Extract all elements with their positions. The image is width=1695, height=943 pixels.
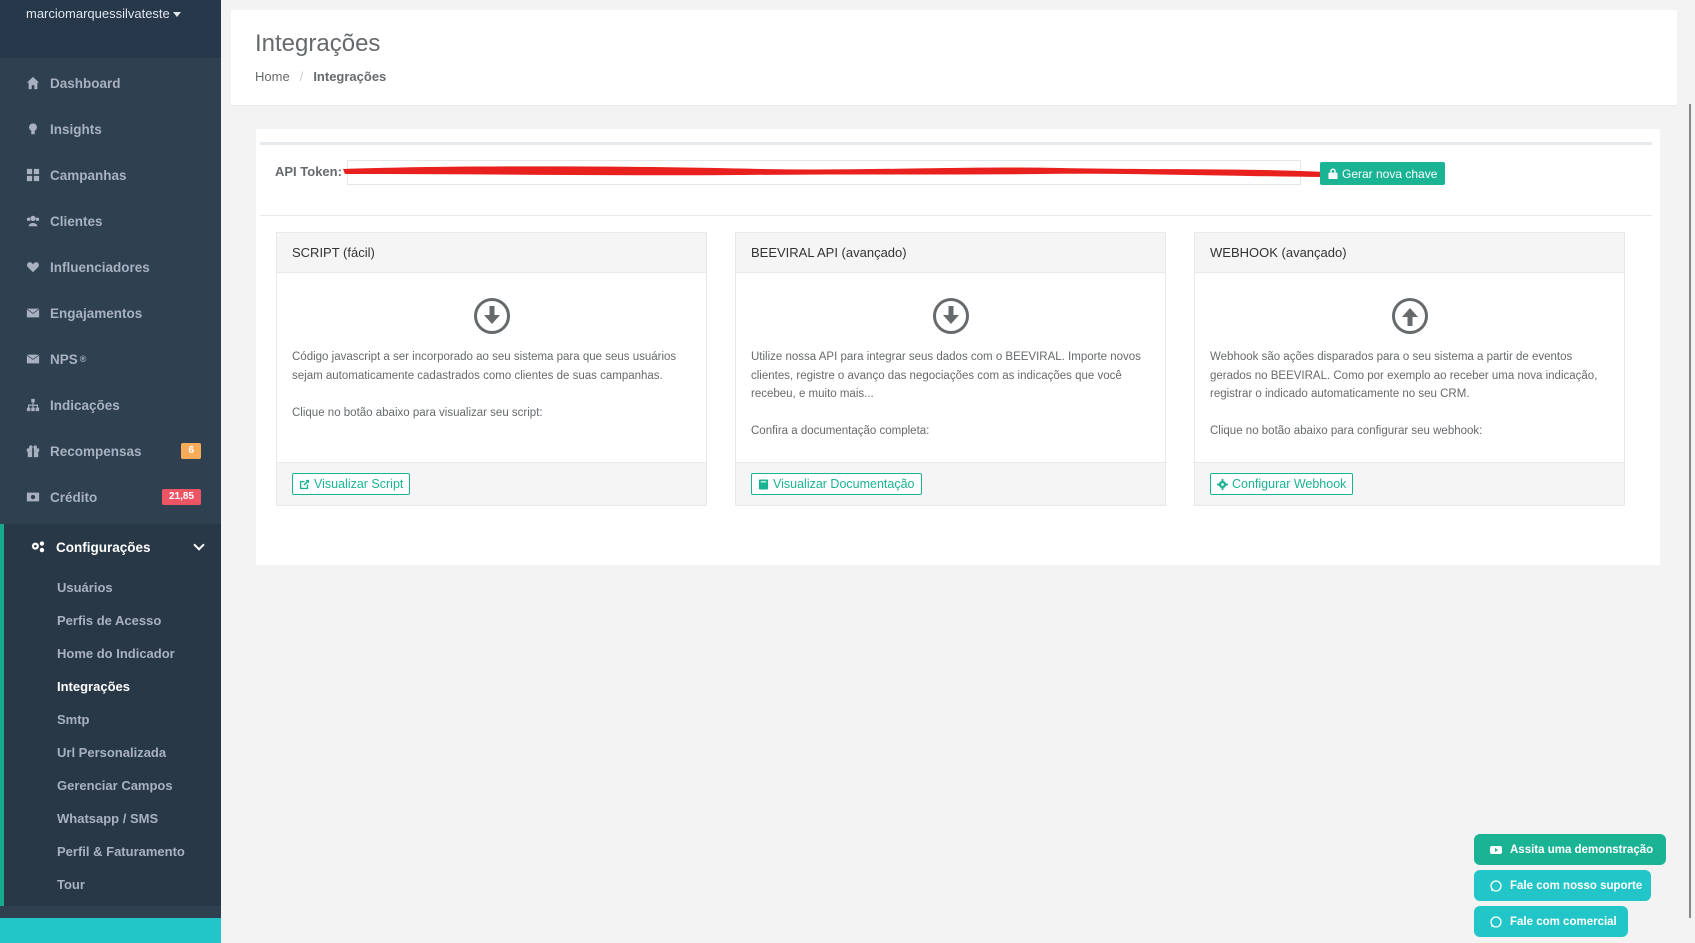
credito-badge: 21,85: [161, 489, 201, 505]
user-menu[interactable]: marciomarquessilvateste: [26, 6, 181, 21]
upload-circle-icon: [1391, 297, 1429, 335]
divider: [260, 215, 1652, 216]
youtube-icon: [1490, 845, 1502, 854]
sidebar-subitem-integracoes[interactable]: Integrações: [57, 677, 130, 697]
sidebar-subitem-url-personalizada[interactable]: Url Personalizada: [57, 743, 166, 763]
gear-icon: [1217, 478, 1228, 490]
gears-icon: [30, 540, 46, 554]
card-title: WEBHOOK (avançado): [1195, 233, 1624, 273]
sales-whatsapp-button[interactable]: Fale com comercial: [1474, 906, 1628, 937]
caret-down-icon: [172, 12, 181, 18]
download-circle-icon: [932, 297, 970, 335]
card-description: Webhook são ações disparados para o seu …: [1210, 351, 1598, 437]
sidebar-item-campanhas[interactable]: Campanhas: [0, 152, 221, 198]
card-title: BEEVIRAL API (avançado): [736, 233, 1165, 273]
sidebar-bottom-item[interactable]: [0, 918, 221, 943]
lightbulb-icon: [26, 122, 40, 136]
sidebar-subitem-usuarios[interactable]: Usuários: [57, 578, 113, 598]
lock-icon: [1328, 168, 1338, 179]
breadcrumb: Home / Integrações: [255, 69, 386, 84]
book-icon: [758, 478, 769, 490]
page-title: Integrações: [255, 30, 381, 57]
sidebar-item-clientes[interactable]: Clientes: [0, 198, 221, 244]
card-footer: Visualizar Script: [277, 462, 706, 505]
sidebar-item-configuracoes[interactable]: Configurações: [4, 524, 221, 570]
sidebar-item-recompensas[interactable]: Recompensas 6: [0, 428, 221, 474]
view-documentation-button[interactable]: Visualizar Documentação: [751, 473, 922, 495]
grid-icon: [26, 168, 40, 182]
sidebar-item-engajamentos[interactable]: Engajamentos: [0, 290, 221, 336]
home-icon: [26, 76, 40, 90]
sidebar-subitem-home-do-indicador[interactable]: Home do Indicador: [57, 644, 175, 664]
sitemap-icon: [26, 398, 40, 412]
breadcrumb-separator: /: [299, 69, 304, 84]
card-description: Código javascript a ser incorporado ao s…: [292, 351, 677, 419]
sidebar-item-indicacoes[interactable]: Indicações: [0, 382, 221, 428]
generate-key-button[interactable]: Gerar nova chave: [1320, 162, 1446, 185]
envelope-icon: [26, 352, 40, 366]
download-circle-icon: [473, 297, 511, 335]
card-title: SCRIPT (fácil): [277, 233, 706, 273]
users-icon: [26, 214, 40, 228]
sidebar-subitem-gerenciar-campos[interactable]: Gerenciar Campos: [57, 776, 173, 796]
sidebar-item-influenciadores[interactable]: Influenciadores: [0, 244, 221, 290]
breadcrumb-current: Integrações: [313, 69, 387, 84]
api-card: BEEVIRAL API (avançado) Utilize nossa AP…: [735, 232, 1166, 506]
sidebar-subitem-perfis-de-acesso[interactable]: Perfis de Acesso: [57, 611, 161, 631]
breadcrumb-home[interactable]: Home: [255, 69, 290, 84]
sidebar-item-dashboard[interactable]: Dashboard: [0, 60, 221, 106]
sidebar-subitem-perfil-faturamento[interactable]: Perfil & Faturamento: [57, 842, 185, 862]
sidebar: marciomarquessilvateste Dashboard Insigh…: [0, 0, 221, 943]
integrations-panel: API Token: Gerar nova chave SCRIPT (fáci…: [256, 129, 1660, 565]
webhook-card: WEBHOOK (avançado) Webhook são ações dis…: [1194, 232, 1625, 506]
recompensas-badge: 6: [181, 443, 201, 459]
sidebar-item-nps[interactable]: NPS ®: [0, 336, 221, 382]
sidebar-subitem-smtp[interactable]: Smtp: [57, 710, 90, 730]
card-footer: Visualizar Documentação: [736, 462, 1165, 505]
configure-webhook-button[interactable]: Configurar Webhook: [1210, 473, 1354, 495]
watch-demo-button[interactable]: Assita uma demonstração: [1474, 834, 1666, 865]
config-submenu: Configurações Usuários Perfis de Acesso …: [0, 524, 221, 906]
view-script-button[interactable]: Visualizar Script: [292, 473, 411, 495]
api-token-label: API Token:: [275, 164, 342, 179]
scrollbar[interactable]: [1689, 104, 1691, 918]
sidebar-item-insights[interactable]: Insights: [0, 106, 221, 152]
sidebar-subitem-whatsapp-sms[interactable]: Whatsapp / SMS: [57, 809, 158, 829]
whatsapp-icon: [1490, 879, 1502, 892]
support-whatsapp-button[interactable]: Fale com nosso suporte: [1474, 870, 1651, 901]
sidebar-item-credito[interactable]: Crédito 21,85: [0, 474, 221, 520]
panel-top-border: [260, 142, 1652, 145]
whatsapp-icon: [1490, 915, 1502, 928]
money-icon: [26, 490, 40, 504]
page-header: Integrações Home / Integrações: [231, 10, 1677, 106]
card-footer: Configurar Webhook: [1195, 462, 1624, 505]
sidebar-subitem-tour[interactable]: Tour: [57, 875, 85, 895]
chevron-down-icon: [193, 539, 205, 551]
redaction-mark: [343, 166, 1325, 177]
gift-icon: [26, 444, 40, 458]
envelope-icon: [26, 306, 40, 320]
external-link-icon: [299, 479, 310, 489]
card-description: Utilize nossa API para integrar seus dad…: [751, 351, 1141, 437]
sidebar-profile: marciomarquessilvateste: [0, 0, 221, 58]
script-card: SCRIPT (fácil) Código javascript a ser i…: [276, 232, 707, 506]
heart-icon: [26, 260, 40, 274]
